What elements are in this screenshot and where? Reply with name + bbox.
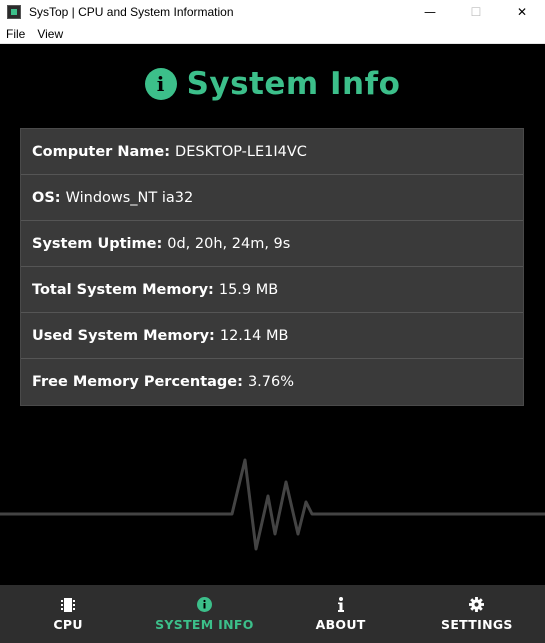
- info-row-used-memory: Used System Memory: 12.14 MB: [21, 313, 523, 359]
- info-row-free-memory: Free Memory Percentage: 3.76%: [21, 359, 523, 405]
- page-heading: i System Info: [0, 66, 545, 102]
- nav-label: SYSTEM INFO: [155, 616, 254, 632]
- info-row-total-memory: Total System Memory: 15.9 MB: [21, 267, 523, 313]
- nav-label: ABOUT: [315, 616, 366, 632]
- info-label: System Uptime:: [32, 235, 163, 252]
- info-circle-icon: i: [144, 68, 177, 100]
- info-value: 0d, 20h, 24m, 9s: [167, 235, 291, 252]
- maximize-button[interactable]: ☐: [453, 0, 499, 24]
- info-value: DESKTOP-LE1I4VC: [175, 143, 307, 160]
- info-circle-icon: [196, 597, 212, 613]
- info-value: 12.14 MB: [219, 327, 289, 344]
- info-label: Total System Memory:: [32, 281, 214, 298]
- title-bar: SysTop | CPU and System Information — ☐ …: [0, 0, 545, 24]
- info-icon: [333, 596, 349, 613]
- info-row-uptime: System Uptime: 0d, 20h, 24m, 9s: [21, 221, 523, 267]
- page-title: System Info: [186, 66, 401, 102]
- menu-bar: File View: [0, 24, 545, 44]
- nav-system-info[interactable]: SYSTEM INFO: [136, 585, 272, 643]
- microchip-icon: [60, 597, 76, 613]
- app-icon: [7, 5, 21, 19]
- bottom-nav: CPU SYSTEM INFO ABOUT SETTINGS: [0, 585, 545, 643]
- info-value: Windows_NT ia32: [65, 189, 194, 206]
- info-value: 3.76%: [247, 374, 295, 390]
- nav-about[interactable]: ABOUT: [273, 585, 409, 643]
- close-button[interactable]: ✕: [499, 0, 545, 24]
- info-row-computer-name: Computer Name: DESKTOP-LE1I4VC: [21, 129, 523, 175]
- gear-icon: [469, 597, 485, 613]
- menu-view[interactable]: View: [31, 27, 69, 41]
- window-title: SysTop | CPU and System Information: [29, 5, 234, 19]
- nav-label: CPU: [53, 616, 83, 632]
- minimize-button[interactable]: —: [407, 0, 453, 24]
- info-label: Used System Memory:: [32, 327, 215, 344]
- info-row-os: OS: Windows_NT ia32: [21, 175, 523, 221]
- menu-file[interactable]: File: [0, 27, 31, 41]
- system-info-list: Computer Name: DESKTOP-LE1I4VC OS: Windo…: [20, 128, 524, 406]
- info-label: Computer Name:: [32, 143, 171, 160]
- heartbeat-pulse-graphic: [0, 458, 545, 551]
- info-label: Free Memory Percentage:: [32, 374, 243, 390]
- nav-label: SETTINGS: [441, 616, 513, 632]
- window-controls: — ☐ ✕: [407, 0, 545, 24]
- nav-settings[interactable]: SETTINGS: [409, 585, 545, 643]
- info-value: 15.9 MB: [218, 281, 279, 298]
- info-label: OS:: [32, 189, 61, 206]
- nav-cpu[interactable]: CPU: [0, 585, 136, 643]
- main-content: i System Info Computer Name: DESKTOP-LE1…: [0, 44, 545, 585]
